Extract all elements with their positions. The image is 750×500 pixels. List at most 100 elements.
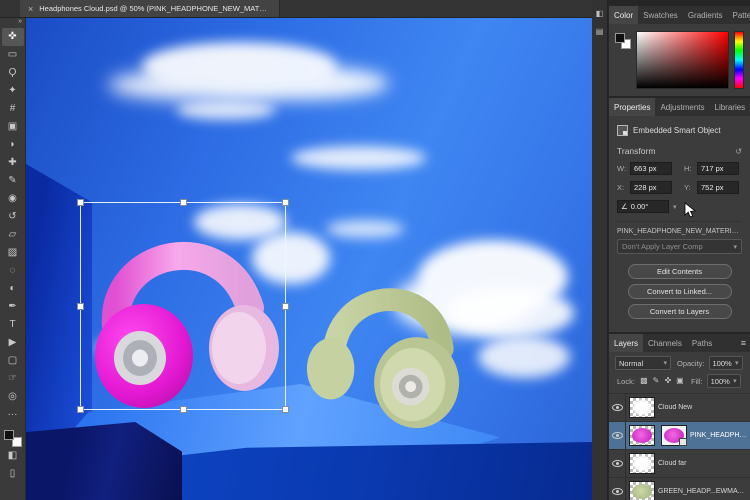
chevron-down-icon[interactable]: ▾ <box>673 203 677 211</box>
x-input[interactable]: 228 px <box>630 181 672 194</box>
clone-stamp-tool[interactable]: ◉ <box>2 190 24 208</box>
collapsed-panel-icon-1[interactable]: ◧ <box>596 10 604 18</box>
tab-gradients[interactable]: Gradients <box>683 6 728 24</box>
tab-adjustments[interactable]: Adjustments <box>655 98 709 116</box>
collapsed-panel-strip: ◧▤ <box>592 0 608 500</box>
chevron-down-icon: ▾ <box>663 359 667 367</box>
zoom-tool[interactable]: ◎ <box>2 388 24 406</box>
thumbnail-preview <box>632 456 652 471</box>
brush-tool[interactable]: ✎ <box>2 172 24 190</box>
fill-input[interactable]: 100% ▾ <box>707 374 741 388</box>
tab-paths[interactable]: Paths <box>687 334 717 352</box>
layer-row-cloud-far[interactable]: Cloud far <box>609 450 750 478</box>
path-selection-tool[interactable]: ▶ <box>2 334 24 352</box>
collapse-tools-icon[interactable]: » <box>18 18 25 28</box>
tool-icon: ✦ <box>8 86 16 96</box>
canvas-area[interactable] <box>26 18 592 500</box>
collapsed-panel-icon-2[interactable]: ▤ <box>596 28 604 36</box>
transform-handle[interactable] <box>77 406 84 413</box>
layer-thumbnail[interactable] <box>630 482 654 500</box>
eyedropper-tool[interactable]: ◗ <box>2 136 24 154</box>
quick-selection-tool[interactable]: ✦ <box>2 82 24 100</box>
layer-thumbnail[interactable] <box>630 426 654 445</box>
hand-tool[interactable]: ☞ <box>2 370 24 388</box>
rotation-input[interactable]: ∠0.00° <box>617 200 669 213</box>
opacity-value: 100% <box>713 359 732 368</box>
layer-visibility-toggle[interactable] <box>609 394 626 421</box>
layer-comp-dropdown[interactable]: Don't Apply Layer Comp ▾ <box>617 239 742 254</box>
lock-all-icon[interactable]: ▣ <box>675 377 685 385</box>
layer-visibility-toggle[interactable] <box>609 450 626 477</box>
foreground-color-swatch[interactable] <box>615 33 625 43</box>
layer-row-green-headphone[interactable]: GREEN_HEADP...EWMATERIAL <box>609 478 750 500</box>
opacity-input[interactable]: 100% ▾ <box>709 356 743 370</box>
tab-patterns[interactable]: Patterns <box>728 6 750 24</box>
tab-color[interactable]: Color <box>609 6 638 24</box>
height-input[interactable]: 717 px <box>697 162 739 175</box>
eraser-tool[interactable]: ▱ <box>2 226 24 244</box>
transform-section-title: Transform ↺ <box>617 146 742 156</box>
gradient-tool[interactable]: ▨ <box>2 244 24 262</box>
layer-thumbnail[interactable] <box>630 454 654 473</box>
layer-visibility-toggle[interactable] <box>609 478 626 500</box>
screen-mode-icon[interactable]: ▯ <box>2 465 24 483</box>
layer-row-pink-headphone[interactable]: PINK_HEADPH...EW_MATERIAL <box>609 422 750 450</box>
transform-handle[interactable] <box>282 303 289 310</box>
transform-handle[interactable] <box>282 199 289 206</box>
transform-handle[interactable] <box>180 199 187 206</box>
tool-icon: ▱ <box>9 230 17 240</box>
dodge-tool[interactable]: ◐ <box>2 280 24 298</box>
eye-icon <box>612 488 623 495</box>
tool-icon: ✎ <box>8 176 16 186</box>
move-tool[interactable]: ✜ <box>2 28 24 46</box>
blur-tool[interactable]: ◌ <box>2 262 24 280</box>
convert-to-layers-button[interactable]: Convert to Layers <box>628 304 732 319</box>
cloud <box>176 100 276 120</box>
foreground-color-swatch[interactable] <box>4 430 14 440</box>
object-type-label: Embedded Smart Object <box>633 126 721 135</box>
transform-handle[interactable] <box>180 406 187 413</box>
green-headphones[interactable] <box>300 262 468 440</box>
transform-bounding-box[interactable] <box>80 202 286 410</box>
saturation-brightness-field[interactable] <box>636 31 729 89</box>
color-swatch-pair <box>4 430 22 447</box>
crop-tool[interactable]: # <box>2 100 24 118</box>
tab-swatches[interactable]: Swatches <box>638 6 683 24</box>
panel-menu-icon[interactable]: ≡ <box>737 334 750 352</box>
pen-tool[interactable]: ✒ <box>2 298 24 316</box>
tab-properties[interactable]: Properties <box>609 98 655 116</box>
shape-tool[interactable]: ▢ <box>2 352 24 370</box>
convert-to-linked-button[interactable]: Convert to Linked... <box>628 284 732 299</box>
blend-mode-dropdown[interactable]: Normal ▾ <box>615 356 671 370</box>
layer-thumbnail[interactable] <box>630 398 654 417</box>
tool-icon: ✚ <box>8 158 16 168</box>
edit-contents-button[interactable]: Edit Contents <box>628 264 732 279</box>
tab-channels[interactable]: Channels <box>643 334 687 352</box>
transform-handle[interactable] <box>282 406 289 413</box>
smart-object-thumbnail[interactable] <box>662 426 686 445</box>
lasso-tool[interactable]: Ϙ <box>2 64 24 82</box>
tab-layers[interactable]: Layers <box>609 334 643 352</box>
type-tool[interactable]: T <box>2 316 24 334</box>
document-tab[interactable]: × Headphones Cloud.psd @ 50% (PINK_HEADP… <box>20 0 280 17</box>
lock-position-icon[interactable]: ✜ <box>663 377 673 385</box>
layer-visibility-toggle[interactable] <box>609 422 626 449</box>
lock-transparency-icon[interactable]: ▩ <box>639 377 649 385</box>
transform-handle[interactable] <box>77 303 84 310</box>
healing-brush-tool[interactable]: ✚ <box>2 154 24 172</box>
layer-row-cloud-new[interactable]: Cloud New <box>609 394 750 422</box>
hue-slider[interactable] <box>734 31 744 89</box>
reset-transform-icon[interactable]: ↺ <box>735 147 742 156</box>
history-brush-tool[interactable]: ↺ <box>2 208 24 226</box>
tab-libraries[interactable]: Libraries <box>710 98 750 116</box>
quick-mask-icon[interactable]: ◧ <box>2 447 24 465</box>
lock-pixels-icon[interactable]: ✎ <box>651 377 661 385</box>
tab-close-icon[interactable]: × <box>28 4 33 14</box>
marquee-tool[interactable]: ▭ <box>2 46 24 64</box>
y-input[interactable]: 752 px <box>697 181 739 194</box>
width-input[interactable]: 663 px <box>630 162 672 175</box>
transform-handle[interactable] <box>77 199 84 206</box>
edit-toolbar-icon[interactable]: ··· <box>2 406 24 424</box>
thumbnail-preview <box>632 484 652 499</box>
frame-tool[interactable]: ▣ <box>2 118 24 136</box>
